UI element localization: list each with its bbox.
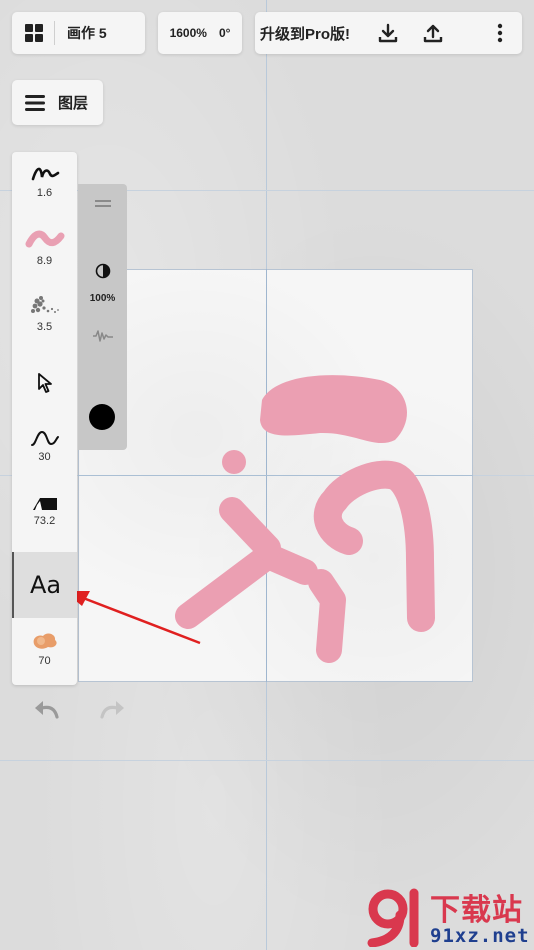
text-tool-label: Aa — [29, 571, 62, 599]
brush-settings-panel: 100% — [78, 184, 127, 450]
zoom-level: 1600% — [169, 26, 207, 40]
top-actions-bar: 升级到Pro版! — [255, 12, 522, 54]
opacity-icon[interactable] — [95, 263, 111, 279]
pencil-size: 1.6 — [36, 187, 53, 199]
pressure-wave-icon[interactable] — [92, 329, 114, 343]
eraser-icon — [32, 498, 57, 510]
pencil-brush-tool[interactable]: 1.6 — [12, 160, 77, 199]
text-tool[interactable]: Aa — [12, 552, 77, 618]
watermark-site-text: 91xz.net — [430, 925, 530, 947]
pencil-stroke-icon — [31, 167, 59, 181]
eraser-size: 73.2 — [33, 515, 56, 527]
more-options-icon[interactable] — [487, 20, 513, 46]
download-icon[interactable] — [375, 20, 401, 46]
canvas-center-guide — [78, 475, 473, 476]
layers-button[interactable]: 图层 — [12, 80, 103, 125]
stroke-smoothing-tool[interactable]: 30 — [12, 428, 77, 463]
cursor-arrow-icon — [37, 373, 52, 393]
redo-icon[interactable] — [98, 697, 126, 721]
drag-handle-icon[interactable] — [95, 200, 111, 208]
smoothing-curve-icon — [30, 430, 59, 446]
selection-tool[interactable] — [12, 372, 77, 394]
document-title[interactable]: 画作 5 — [67, 23, 107, 43]
blend-tool[interactable]: 70 — [12, 628, 77, 667]
zoom-rotation-button[interactable]: 1600% 0° — [158, 12, 242, 54]
marker-size: 8.9 — [36, 255, 53, 267]
color-swatch-icon[interactable] — [88, 403, 116, 431]
spray-stroke-icon — [30, 296, 59, 313]
tab-corner-icon — [398, 46, 410, 54]
rotation-angle: 0° — [218, 26, 231, 40]
watermark-brand-text: 下载站 — [430, 893, 523, 928]
blend-smudge-icon — [33, 633, 57, 649]
marker-stroke-icon — [25, 230, 64, 248]
upgrade-pro-link[interactable]: 升级到Pro版! — [260, 23, 350, 44]
layers-icon — [25, 94, 45, 111]
tool-palette: 1.6 8.9 3.5 30 73.2 Aa 70 — [12, 152, 77, 685]
gallery-button[interactable]: 画作 5 — [12, 12, 145, 54]
grid-icon — [25, 24, 43, 42]
blend-strength: 70 — [38, 655, 51, 667]
spray-brush-tool[interactable]: 3.5 — [12, 292, 77, 333]
opacity-value: 100% — [89, 293, 116, 304]
marker-brush-tool[interactable]: 8.9 — [12, 224, 77, 267]
eraser-tool[interactable]: 73.2 — [12, 496, 77, 527]
undo-icon[interactable] — [33, 697, 61, 721]
spray-size: 3.5 — [36, 321, 53, 333]
smoothing-value: 30 — [38, 451, 51, 463]
layers-label: 图层 — [58, 95, 89, 112]
divider — [54, 21, 55, 45]
site-watermark: 下载站 91xz.net — [364, 885, 534, 947]
horizontal-guide — [0, 760, 534, 761]
share-export-icon[interactable] — [420, 20, 446, 46]
watermark-logo-icon — [367, 888, 419, 947]
